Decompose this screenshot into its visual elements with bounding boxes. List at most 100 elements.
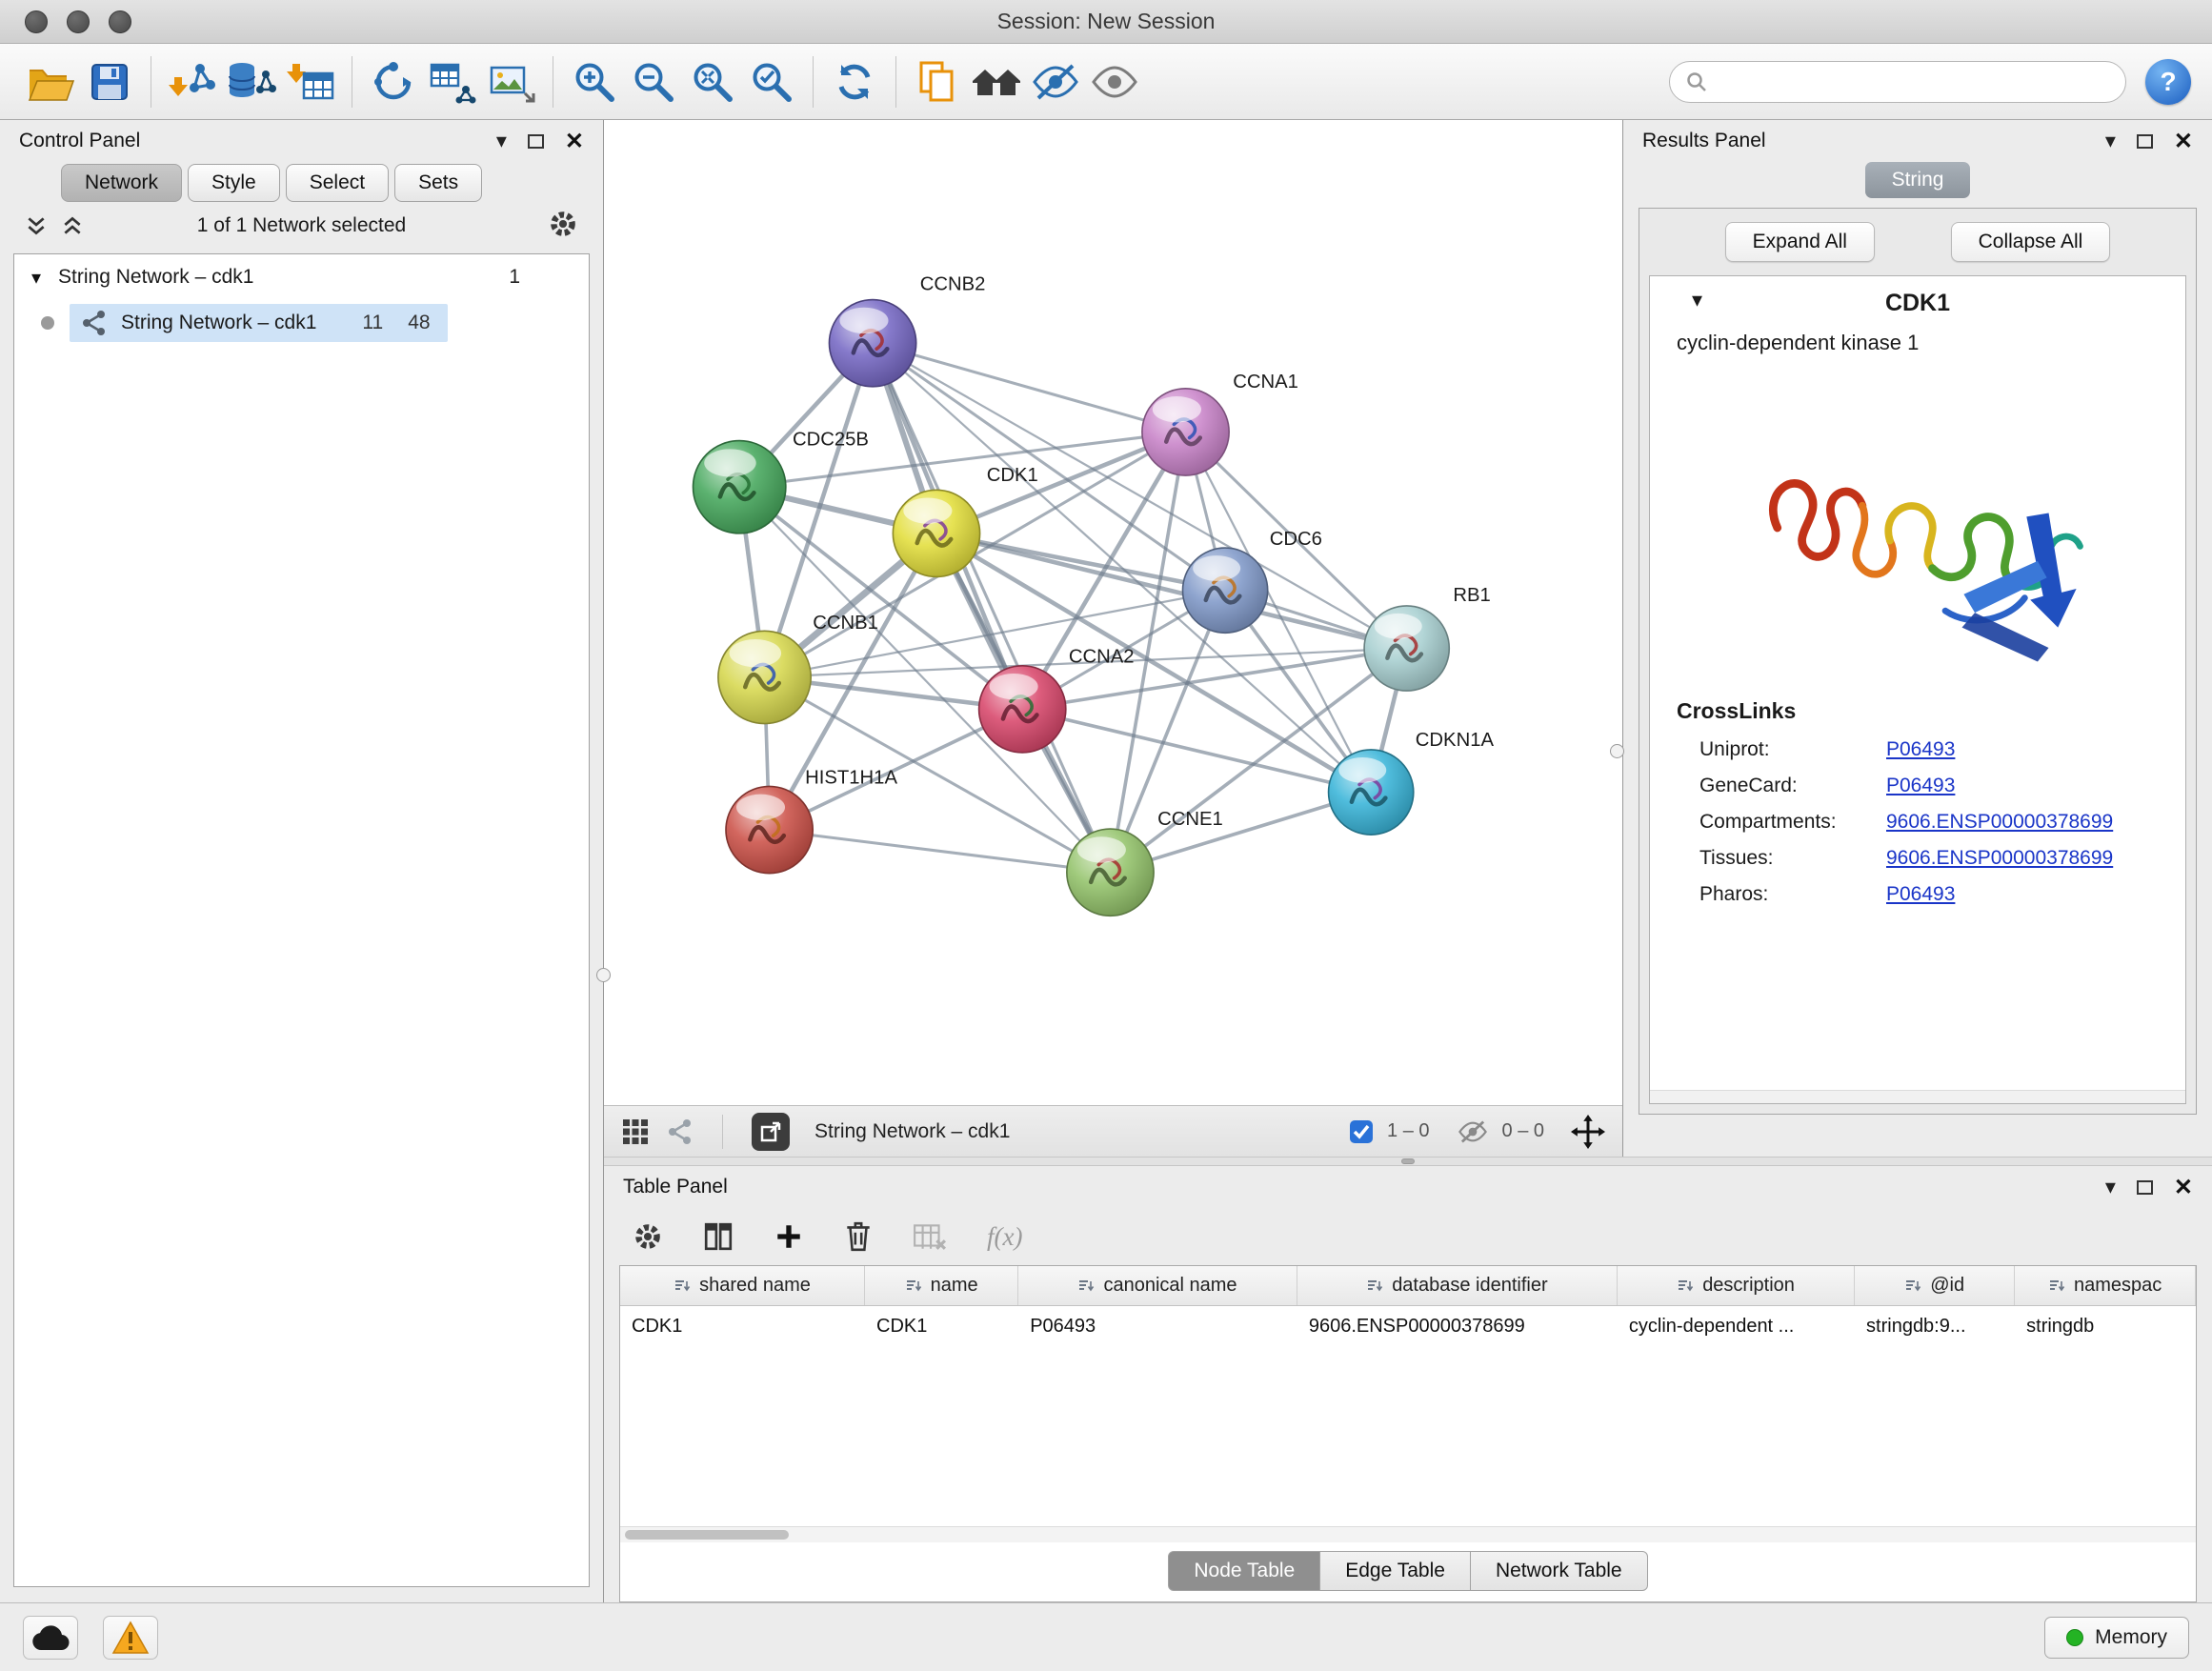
network-edge[interactable]: [770, 830, 1111, 873]
table-cell[interactable]: 9606.ENSP00000378699: [1297, 1316, 1618, 1338]
hide-panels-button[interactable]: [1026, 52, 1085, 111]
delete-column-trash-icon[interactable]: [844, 1220, 873, 1253]
selected-network[interactable]: String Network – cdk1 11 48: [70, 304, 448, 342]
expand-all-icon[interactable]: [61, 214, 84, 237]
network-edge[interactable]: [873, 343, 1110, 873]
detach-view-button[interactable]: [752, 1113, 790, 1151]
network-node-cdk1[interactable]: [893, 490, 979, 576]
panel-menu-icon[interactable]: ▾: [496, 131, 507, 151]
tab-network[interactable]: Network: [61, 164, 182, 202]
network-node-ccna2[interactable]: [979, 666, 1066, 753]
tree-caret-icon[interactable]: ▾: [31, 266, 41, 290]
zoom-window-button[interactable]: [109, 10, 131, 33]
close-panel-icon[interactable]: ✕: [565, 128, 584, 155]
network-from-table-button[interactable]: [423, 52, 482, 111]
column-header[interactable]: name: [865, 1266, 1018, 1305]
zoom-in-button[interactable]: [565, 52, 624, 111]
splitter-handle-icon[interactable]: [1401, 1158, 1415, 1164]
search-input[interactable]: [1718, 70, 2110, 93]
table-cell[interactable]: CDK1: [865, 1316, 1018, 1338]
float-panel-icon[interactable]: [528, 134, 544, 149]
column-header[interactable]: namespac: [2015, 1266, 2196, 1305]
tab-node-table[interactable]: Node Table: [1168, 1551, 1320, 1591]
tab-network-table[interactable]: Network Table: [1470, 1551, 1648, 1591]
minimize-window-button[interactable]: [67, 10, 90, 33]
import-network-from-file-button[interactable]: [163, 52, 222, 111]
column-header[interactable]: canonical name: [1018, 1266, 1297, 1305]
close-panel-icon[interactable]: ✕: [2174, 1174, 2193, 1201]
network-node-cdc25b[interactable]: [694, 441, 786, 534]
select-columns-icon[interactable]: [703, 1222, 734, 1251]
help-button[interactable]: ?: [2145, 59, 2191, 105]
zoom-selected-button[interactable]: [742, 52, 801, 111]
panel-menu-icon[interactable]: ▾: [2105, 1177, 2116, 1198]
float-panel-icon[interactable]: [2137, 134, 2153, 149]
horizontal-splitter[interactable]: [604, 1157, 2212, 1166]
float-panel-icon[interactable]: [2137, 1180, 2153, 1195]
table-data-row[interactable]: CDK1CDK1P064939606.ENSP00000378699cyclin…: [620, 1306, 2196, 1346]
import-network-from-database-button[interactable]: [222, 52, 281, 111]
panel-resize-handle[interactable]: [1610, 744, 1624, 758]
table-cell[interactable]: P06493: [1018, 1316, 1297, 1338]
column-header[interactable]: @id: [1855, 1266, 2015, 1305]
crosslink-link[interactable]: P06493: [1886, 775, 1955, 797]
copy-button[interactable]: [908, 52, 967, 111]
close-panel-icon[interactable]: ✕: [2174, 128, 2193, 155]
tab-sets[interactable]: Sets: [394, 164, 482, 202]
network-collection-row[interactable]: ▾ String Network – cdk1 1: [14, 254, 589, 300]
column-header[interactable]: shared name: [620, 1266, 865, 1305]
gear-icon[interactable]: [548, 209, 578, 239]
network-node-cdc6[interactable]: [1182, 548, 1267, 633]
panel-menu-icon[interactable]: ▾: [2105, 131, 2116, 151]
save-session-button[interactable]: [80, 52, 139, 111]
table-cell[interactable]: cyclin-dependent ...: [1618, 1316, 1855, 1338]
panel-resize-handle[interactable]: [596, 968, 611, 982]
memory-button[interactable]: Memory: [2044, 1617, 2189, 1659]
crosslink-link[interactable]: 9606.ENSP00000378699: [1886, 811, 2113, 834]
column-header[interactable]: database identifier: [1297, 1266, 1618, 1305]
table-cell[interactable]: stringdb:9...: [1855, 1316, 2015, 1338]
pan-crosshair-icon[interactable]: [1571, 1115, 1605, 1149]
grid-view-icon[interactable]: [621, 1117, 650, 1146]
tab-select[interactable]: Select: [286, 164, 389, 202]
network-node-ccne1[interactable]: [1067, 829, 1154, 916]
network-node-ccnb1[interactable]: [718, 631, 811, 723]
zoom-fit-button[interactable]: [683, 52, 742, 111]
crosslink-link[interactable]: P06493: [1886, 738, 1955, 761]
crosslink-link[interactable]: 9606.ENSP00000378699: [1886, 847, 2113, 870]
scrollbar-thumb[interactable]: [625, 1530, 789, 1540]
network-node-rb1[interactable]: [1364, 606, 1449, 691]
cloud-status-button[interactable]: [23, 1616, 78, 1660]
hidden-eye-icon[interactable]: [1457, 1119, 1489, 1144]
crosslink-link[interactable]: P06493: [1886, 883, 1955, 906]
tab-style[interactable]: Style: [188, 164, 280, 202]
collapse-all-icon[interactable]: [25, 214, 48, 237]
card-horizontal-scrollbar[interactable]: [1650, 1090, 2185, 1103]
selected-checkbox-icon[interactable]: [1349, 1119, 1374, 1144]
show-panels-button[interactable]: [1085, 52, 1144, 111]
refresh-button[interactable]: [825, 52, 884, 111]
new-network-button[interactable]: [364, 52, 423, 111]
network-node-ccnb2[interactable]: [829, 300, 915, 387]
network-row[interactable]: String Network – cdk1 11 48: [14, 300, 589, 346]
tab-string[interactable]: String: [1865, 162, 1971, 198]
home-button[interactable]: [967, 52, 1026, 111]
table-cell[interactable]: stringdb: [2015, 1316, 2196, 1338]
network-edge[interactable]: [873, 343, 1185, 432]
add-column-plus-icon[interactable]: [774, 1221, 804, 1252]
table-horizontal-scrollbar[interactable]: [620, 1526, 2196, 1542]
network-node-ccna1[interactable]: [1142, 389, 1229, 475]
table-cell[interactable]: CDK1: [620, 1316, 865, 1338]
tab-edge-table[interactable]: Edge Table: [1319, 1551, 1471, 1591]
network-node-cdkn1a[interactable]: [1329, 750, 1414, 835]
collapse-caret-icon[interactable]: ▾: [1692, 288, 1702, 312]
collapse-all-button[interactable]: Collapse All: [1951, 222, 2111, 262]
gene-card-header[interactable]: ▾ CDK1: [1650, 276, 2185, 327]
warnings-button[interactable]: [103, 1616, 158, 1660]
network-overview-icon[interactable]: [667, 1118, 694, 1145]
expand-all-button[interactable]: Expand All: [1725, 222, 1875, 262]
table-settings-gear-icon[interactable]: [633, 1221, 663, 1252]
network-canvas[interactable]: CCNB2CCNA1CDC25BCDK1CDC6RB1CCNB1CCNA2CDK…: [604, 120, 1622, 1105]
zoom-out-button[interactable]: [624, 52, 683, 111]
network-node-hist1h1a[interactable]: [726, 786, 813, 873]
